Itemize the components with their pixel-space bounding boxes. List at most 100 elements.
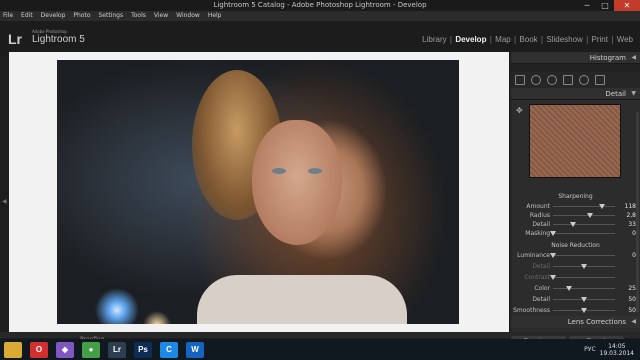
slider-track[interactable] xyxy=(553,233,615,234)
slider-knob[interactable] xyxy=(565,286,572,291)
slider-knob[interactable] xyxy=(570,222,577,227)
system-tray: РУС 14:05 19.03.2014 xyxy=(584,339,634,360)
menu-tools[interactable]: Tools xyxy=(131,11,146,21)
slider-label: Detail xyxy=(532,296,550,303)
slider-value[interactable]: 118 xyxy=(625,202,636,211)
crop-tool-icon[interactable] xyxy=(515,75,525,85)
slider-track[interactable] xyxy=(553,277,615,278)
slider-value[interactable]: 50 xyxy=(628,295,636,304)
slider-detail[interactable]: Detail xyxy=(511,262,640,271)
module-slideshow[interactable]: Slideshow xyxy=(543,35,585,44)
menu-edit[interactable]: Edit xyxy=(21,11,33,21)
slider-label: Color xyxy=(534,285,550,292)
windows-taskbar: O ◆ ● Lr Ps C W xyxy=(0,339,640,360)
lens-corrections-title: Lens Corrections xyxy=(567,318,626,326)
slider-smoothness[interactable]: Smoothness 50 xyxy=(511,306,640,315)
module-library[interactable]: Library xyxy=(419,35,449,44)
collapse-arrow-icon[interactable]: ▼ xyxy=(631,88,636,100)
slider-value[interactable]: 50 xyxy=(628,306,636,315)
menu-settings[interactable]: Settings xyxy=(99,11,124,21)
module-develop[interactable]: Develop xyxy=(452,35,489,44)
opera-icon[interactable]: O xyxy=(30,341,48,358)
slider-amount[interactable]: Amount 118 xyxy=(511,202,640,211)
photo-face xyxy=(252,120,342,245)
histogram-title: Histogram xyxy=(589,54,626,62)
slider-track[interactable] xyxy=(553,206,615,207)
slider-knob[interactable] xyxy=(550,275,556,280)
slider-value[interactable]: 2,8 xyxy=(626,211,636,220)
slider-label: Masking xyxy=(525,230,550,237)
photo-shoulders xyxy=(197,275,407,324)
slider-masking[interactable]: Masking 0 xyxy=(511,229,640,238)
photoshop-icon[interactable]: Ps xyxy=(134,341,152,358)
slider-label: Radius xyxy=(529,212,550,219)
title-bar: Lightroom 5 Catalog - Adobe Photoshop Li… xyxy=(0,0,640,11)
module-web[interactable]: Web xyxy=(614,35,636,44)
slider-knob[interactable] xyxy=(550,231,556,236)
slider-value[interactable]: 33 xyxy=(628,220,636,229)
menu-photo[interactable]: Photo xyxy=(73,11,90,21)
slider-knob[interactable] xyxy=(550,253,556,258)
module-map[interactable]: Map xyxy=(492,35,514,44)
language-indicator[interactable]: РУС xyxy=(584,346,595,353)
slider-luminance[interactable]: Luminance 0 xyxy=(511,251,640,260)
tool-strip xyxy=(511,72,640,88)
red-eye-tool-icon[interactable] xyxy=(547,75,557,85)
menu-file[interactable]: File xyxy=(3,11,13,21)
slider-knob[interactable] xyxy=(581,264,587,269)
sharpening-title: Sharpening xyxy=(558,193,593,200)
photo-preview[interactable] xyxy=(57,60,459,324)
slider-knob[interactable] xyxy=(598,204,605,209)
word-icon[interactable]: W xyxy=(186,341,204,358)
ccleaner-icon[interactable]: C xyxy=(160,341,178,358)
slider-track[interactable] xyxy=(553,224,615,225)
chrome-icon[interactable]: ● xyxy=(82,341,100,358)
module-print[interactable]: Print xyxy=(589,35,611,44)
file-explorer-icon[interactable] xyxy=(4,341,22,358)
slider-track[interactable] xyxy=(553,288,615,289)
clock-date: 19.03.2014 xyxy=(599,349,634,357)
menu-develop[interactable]: Develop xyxy=(41,11,66,21)
slider-contrast[interactable]: Contrast xyxy=(511,273,640,282)
collapse-arrow-icon[interactable]: ◀ xyxy=(631,52,636,64)
panel-scrollbar[interactable] xyxy=(636,112,639,312)
adjustment-brush-tool-icon[interactable] xyxy=(595,75,605,85)
close-button[interactable]: ✕ xyxy=(614,0,640,11)
slider-knob[interactable] xyxy=(587,213,594,218)
slider-knob[interactable] xyxy=(581,297,587,302)
histogram-graph xyxy=(511,64,640,72)
target-adjust-icon[interactable]: ✥ xyxy=(516,106,523,115)
slider-track[interactable] xyxy=(553,255,615,256)
clock[interactable]: 14:05 19.03.2014 xyxy=(600,343,634,357)
menu-bar: File Edit Develop Photo Settings Tools V… xyxy=(0,11,640,21)
slider-knob[interactable] xyxy=(581,308,587,313)
maximize-button[interactable]: □ xyxy=(596,0,614,11)
left-panel-toggle-icon[interactable]: ◀ xyxy=(2,198,7,205)
graduated-filter-tool-icon[interactable] xyxy=(563,75,573,85)
clock-time: 14:05 xyxy=(608,342,626,350)
slider-track[interactable] xyxy=(553,215,615,216)
menu-window[interactable]: Window xyxy=(176,11,200,21)
module-book[interactable]: Book xyxy=(516,35,540,44)
slider-radius[interactable]: Radius 2,8 xyxy=(511,211,640,220)
menu-view[interactable]: View xyxy=(154,11,168,21)
slider-color[interactable]: Color 25 xyxy=(511,284,640,293)
slider-value[interactable]: 25 xyxy=(628,284,636,293)
slider-detail[interactable]: Detail 50 xyxy=(511,295,640,304)
product-name: Lightroom 5 xyxy=(32,34,85,45)
collapse-arrow-icon[interactable]: ◀ xyxy=(631,316,636,328)
visual-studio-icon[interactable]: ◆ xyxy=(56,341,74,358)
detail-panel-header[interactable]: Detail ▼ xyxy=(511,88,640,100)
lens-corrections-panel-header[interactable]: Lens Corrections ◀ xyxy=(511,316,640,328)
slider-label: Detail xyxy=(532,221,550,228)
slider-detail[interactable]: Detail 33 xyxy=(511,220,640,229)
lightroom-icon[interactable]: Lr xyxy=(108,341,126,358)
detail-preview-thumbnail[interactable] xyxy=(529,104,621,178)
spot-removal-tool-icon[interactable] xyxy=(531,75,541,85)
slider-label: Luminance xyxy=(517,252,550,259)
radial-filter-tool-icon[interactable] xyxy=(579,75,589,85)
menu-help[interactable]: Help xyxy=(208,11,222,21)
histogram-panel-header[interactable]: Histogram ◀ xyxy=(511,52,640,64)
right-panel: Histogram ◀ Detail ▼ ✥ Sharpening Amount… xyxy=(511,52,640,336)
minimize-button[interactable]: ─ xyxy=(578,0,596,11)
